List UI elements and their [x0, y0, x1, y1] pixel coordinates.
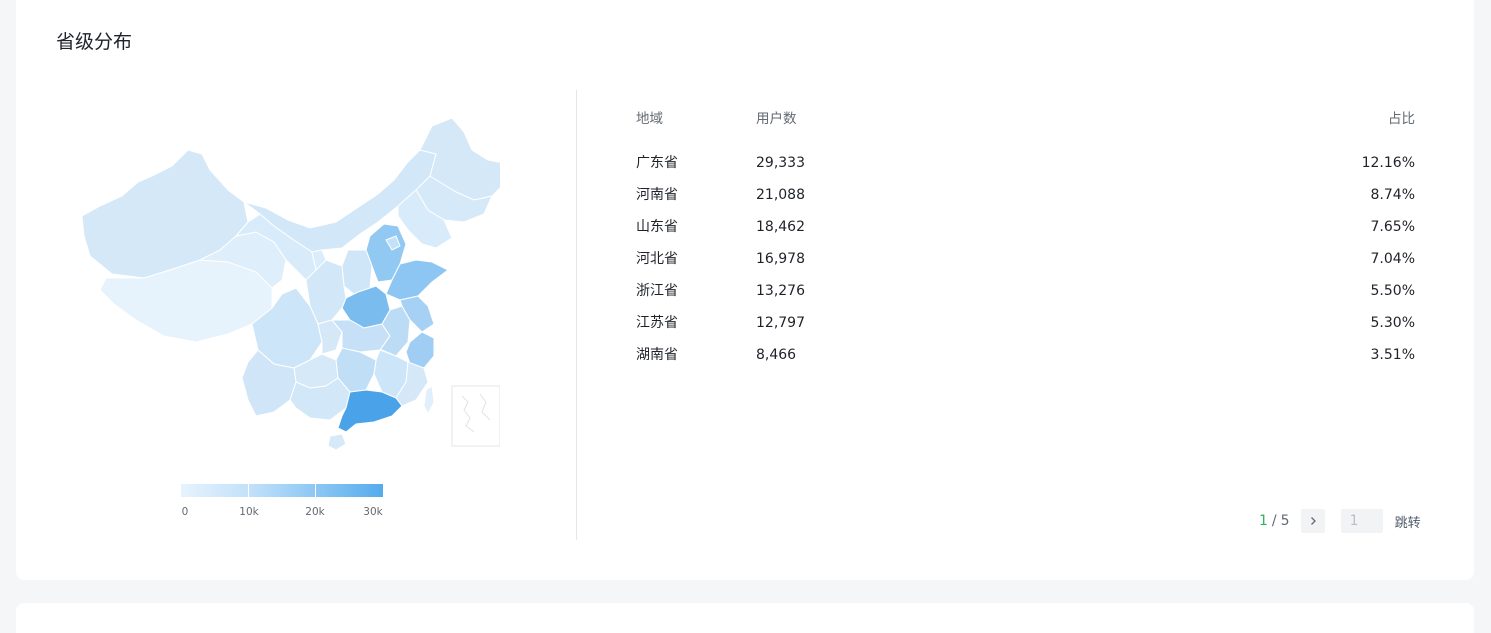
cell-ratio: 3.51%	[1370, 347, 1415, 363]
cell-users: 21,088	[756, 187, 805, 203]
legend-segment	[315, 484, 384, 497]
legend-gradient-bar	[181, 484, 384, 497]
cell-ratio: 8.74%	[1370, 187, 1415, 203]
cell-users: 13,276	[756, 283, 805, 299]
next-card	[16, 603, 1474, 633]
legend-labels: 0 10k 20k 30k	[181, 506, 383, 522]
legend-label: 20k	[305, 506, 325, 518]
jump-page-input[interactable]	[1340, 509, 1383, 533]
cell-users: 8,466	[756, 347, 797, 363]
cell-ratio: 5.30%	[1370, 315, 1415, 331]
table-row[interactable]: 浙江省 13,276 5.50%	[636, 280, 1415, 312]
map-legend: 0 10k 20k 30k	[181, 484, 384, 522]
jump-button[interactable]: 跳转	[1395, 512, 1421, 531]
page-separator: /	[1271, 513, 1277, 529]
cell-users: 18,462	[756, 219, 805, 235]
table-row[interactable]: 广东省 29,333 12.16%	[636, 152, 1415, 184]
cell-ratio: 12.16%	[1361, 155, 1415, 171]
legend-label: 30k	[363, 506, 383, 518]
cell-region: 江苏省	[636, 315, 678, 331]
section-title: 省级分布	[56, 31, 133, 53]
south-china-sea-inset	[451, 385, 501, 447]
legend-label: 0	[181, 506, 189, 518]
current-page: 1	[1259, 513, 1268, 529]
header-region: 地域	[636, 111, 663, 127]
legend-segment	[181, 484, 248, 497]
cell-users: 29,333	[756, 155, 805, 171]
cell-users: 16,978	[756, 251, 805, 267]
cell-region: 广东省	[636, 155, 678, 171]
cell-region: 山东省	[636, 219, 678, 235]
map-region-taiwan[interactable]	[423, 385, 435, 416]
table-header-row: 地域 用户数 占比	[636, 108, 1415, 148]
pagination: 1 / 5 跳转	[1259, 509, 1421, 533]
legend-segment	[247, 484, 316, 497]
next-page-button[interactable]	[1300, 509, 1325, 533]
table-row[interactable]: 河北省 16,978 7.04%	[636, 248, 1415, 280]
header-users: 用户数	[756, 111, 797, 127]
table-row[interactable]: 江苏省 12,797 5.30%	[636, 312, 1415, 344]
table-row[interactable]: 河南省 21,088 8.74%	[636, 184, 1415, 216]
legend-label: 10k	[239, 506, 259, 518]
cell-region: 湖南省	[636, 347, 678, 363]
cell-ratio: 7.04%	[1370, 251, 1415, 267]
vertical-divider	[576, 90, 577, 540]
cell-region: 河北省	[636, 251, 678, 267]
china-map-svg	[81, 117, 511, 451]
province-distribution-card: 省级分布 0 10k 20k 30k 地域 用户数 占比 广东省 29,333 …	[16, 0, 1474, 580]
cell-users: 12,797	[756, 315, 805, 331]
china-map	[60, 110, 511, 455]
cell-ratio: 7.65%	[1370, 219, 1415, 235]
table-row[interactable]: 湖南省 8,466 3.51%	[636, 344, 1415, 376]
header-ratio: 占比	[1388, 111, 1415, 127]
map-region-hainan[interactable]	[327, 433, 347, 451]
south-china-sea-islands	[461, 393, 491, 433]
cell-ratio: 5.50%	[1370, 283, 1415, 299]
chevron-right-icon	[1310, 517, 1316, 525]
total-pages: 5	[1280, 513, 1290, 529]
cell-region: 浙江省	[636, 283, 678, 299]
table-row[interactable]: 山东省 18,462 7.65%	[636, 216, 1415, 248]
cell-region: 河南省	[636, 187, 678, 203]
province-table: 地域 用户数 占比 广东省 29,333 12.16% 河南省 21,088 8…	[636, 108, 1415, 376]
